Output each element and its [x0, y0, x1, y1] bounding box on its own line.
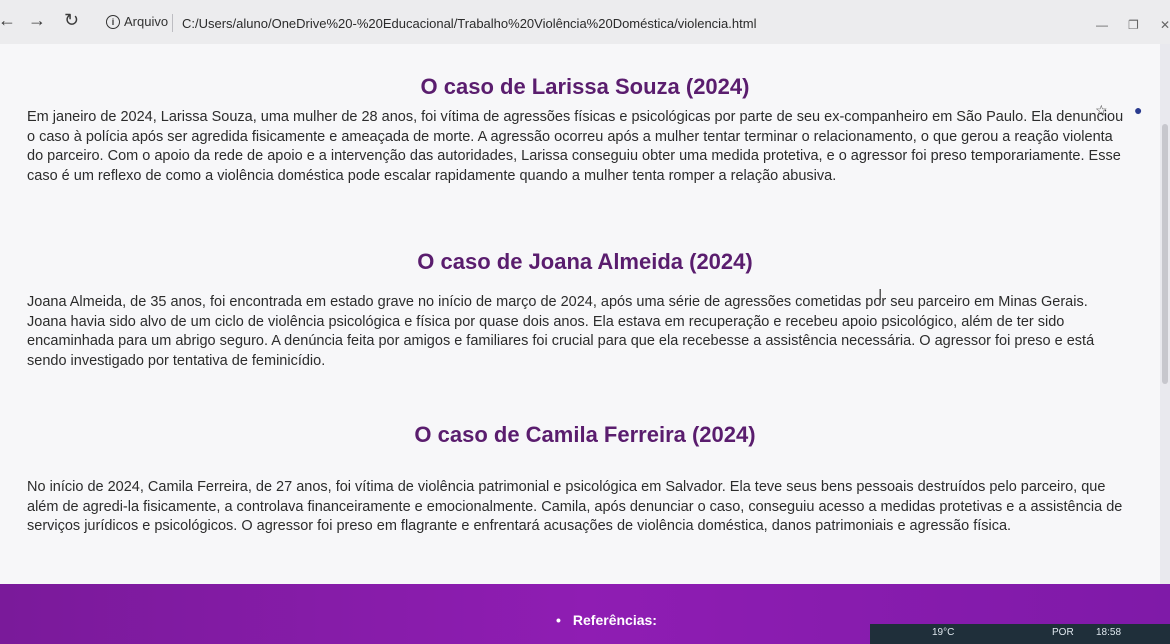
address-bar[interactable]: i Arquivo C:/Users/aluno/OneDrive%20-%20…: [100, 8, 1090, 38]
taskbar: 19°C POR 18:58: [870, 624, 1170, 644]
bullet-icon: •: [556, 612, 561, 628]
maximize-icon[interactable]: ❐: [1128, 18, 1139, 32]
scrollbar-thumb[interactable]: [1162, 124, 1168, 384]
case-larissa: O caso de Larissa Souza (2024) Em janeir…: [0, 74, 1170, 184]
case-text: Em janeiro de 2024, Larissa Souza, uma m…: [27, 109, 1124, 184]
address-separator: [172, 14, 173, 32]
temperature: 19°C: [932, 627, 955, 638]
close-icon[interactable]: ✕: [1160, 18, 1170, 32]
profile-icon[interactable]: ●: [1134, 102, 1142, 118]
back-arrow-icon[interactable]: ←: [0, 10, 16, 31]
language-indicator[interactable]: POR: [1052, 627, 1074, 638]
clock[interactable]: 18:58: [1096, 627, 1121, 638]
browser-toolbar: ← → ↻ i Arquivo C:/Users/aluno/OneDrive%…: [0, 0, 1170, 45]
scrollbar[interactable]: [1160, 44, 1170, 584]
page-content: ☆ ● ⋮ O caso de Larissa Souza (2024) Em …: [0, 44, 1170, 584]
case-title: O caso de Camila Ferreira (2024): [414, 422, 756, 447]
forward-arrow-icon[interactable]: →: [28, 10, 46, 31]
references-heading: • Referências:: [556, 612, 657, 628]
case-text: Joana Almeida, de 35 anos, foi encontrad…: [27, 294, 1095, 369]
text-cursor-icon: I: [878, 287, 883, 304]
case-title: O caso de Joana Almeida (2024): [417, 249, 753, 274]
case-joana: O caso de Joana Almeida (2024) Joana Alm…: [0, 249, 1170, 369]
case-title: O caso de Larissa Souza (2024): [420, 74, 750, 99]
case-text: No início de 2024, Camila Ferreira, de 2…: [27, 479, 1123, 534]
minimize-icon[interactable]: —: [1096, 18, 1108, 32]
info-icon: i: [106, 14, 120, 29]
case-camila: O caso de Camila Ferreira (2024) No iníc…: [0, 422, 1170, 534]
site-info-label: Arquivo: [124, 14, 169, 29]
site-info[interactable]: i Arquivo: [106, 14, 168, 29]
url-text[interactable]: C:/Users/aluno/OneDrive%20-%20Educaciona…: [182, 16, 756, 31]
reload-icon[interactable]: ↻: [64, 10, 79, 31]
